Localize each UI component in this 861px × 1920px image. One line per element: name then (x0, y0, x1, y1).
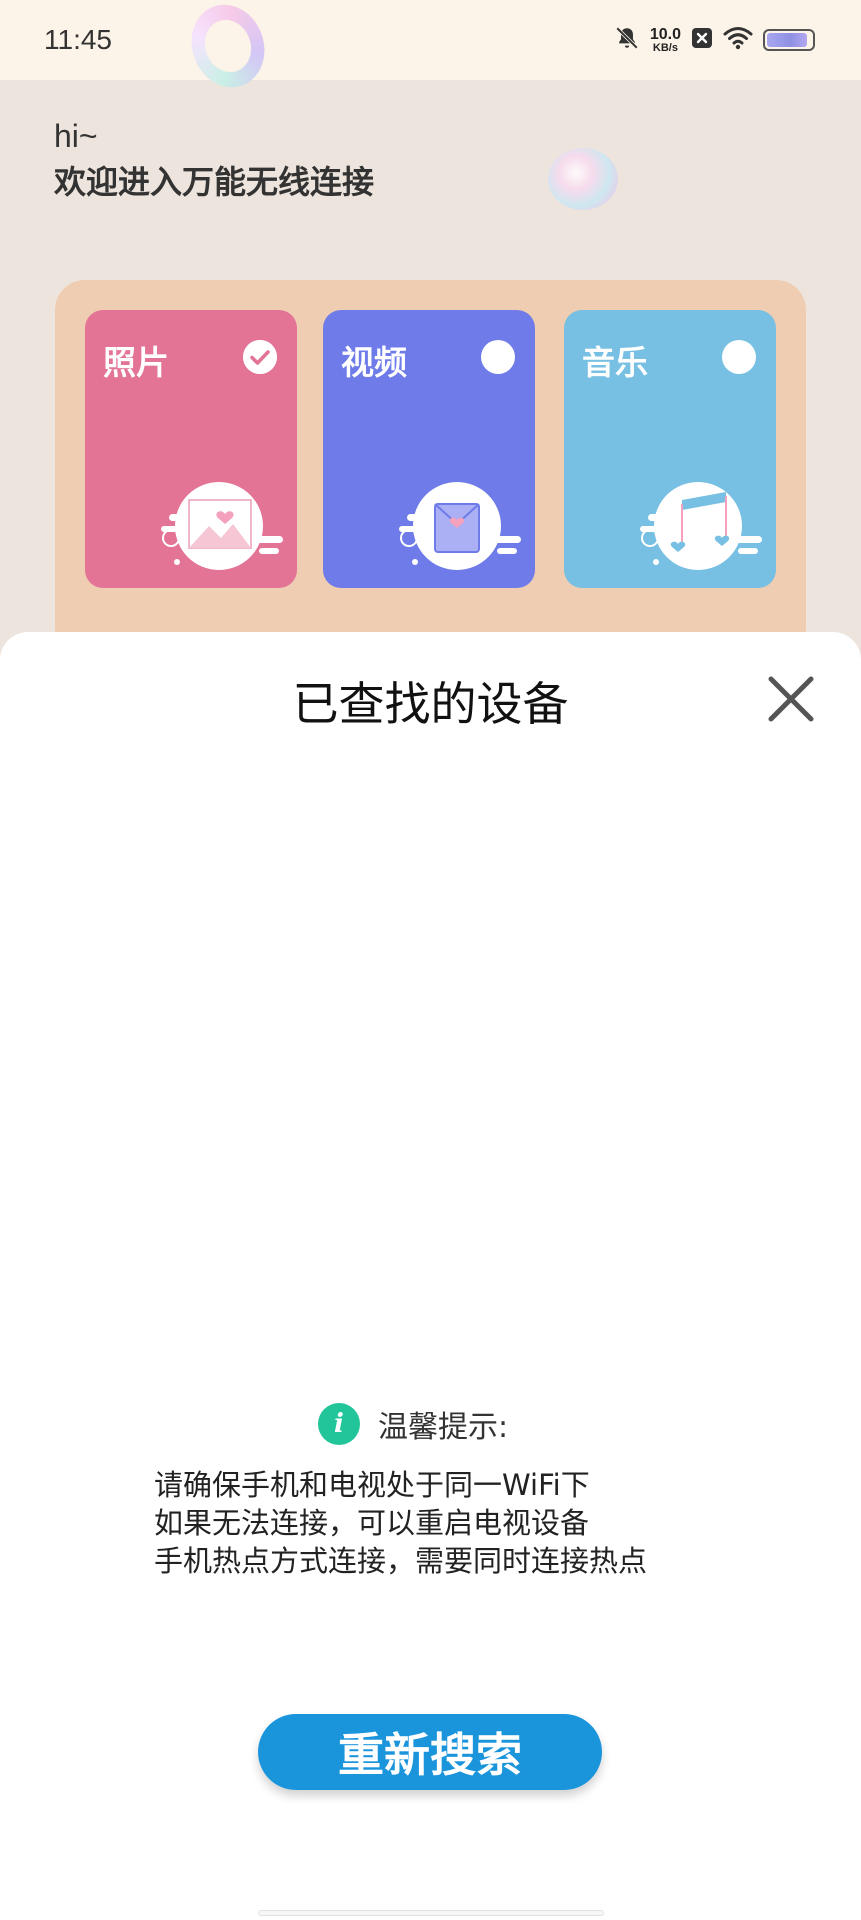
unselected-circle-icon[interactable] (722, 340, 756, 374)
selected-check-icon[interactable] (243, 340, 277, 374)
tip-line: 如果无法连接，可以重启电视设备 (154, 1506, 590, 1540)
tip-list: 请确保手机和电视处于同一WiFi下 如果无法连接，可以重启电视设备 手机热点方式… (154, 1466, 647, 1580)
status-bar: 11:45 10.0 KB/s (0, 0, 861, 80)
battery-icon (763, 29, 815, 51)
media-card-video[interactable]: 视频 (323, 310, 535, 588)
media-card-label: 音乐 (582, 343, 648, 382)
unselected-circle-icon[interactable] (481, 340, 515, 374)
tip-line: 请确保手机和电视处于同一WiFi下 (154, 1468, 590, 1502)
battery-level (767, 33, 807, 47)
net-speed-indicator: 10.0 KB/s (649, 25, 681, 54)
home-indicator[interactable] (258, 1910, 604, 1916)
photo-icon (161, 482, 283, 570)
notification-x-icon (691, 27, 713, 53)
status-time: 11:45 (44, 24, 112, 55)
close-button[interactable] (762, 670, 820, 728)
close-icon (768, 676, 814, 722)
info-icon: i (318, 1403, 360, 1445)
tip-header: i 温馨提示: (318, 1402, 508, 1446)
wifi-icon (723, 26, 753, 54)
bell-off-icon (614, 25, 640, 55)
music-icon (640, 482, 762, 570)
sheet-title: 已查找的设备 (292, 677, 569, 731)
media-type-panel: 照片 视频 音乐 (55, 280, 806, 660)
tip-line: 手机热点方式连接，需要同时连接热点 (154, 1544, 648, 1578)
greeting: hi~ 欢迎进入万能无线连接 (54, 118, 374, 203)
greeting-hi: hi~ (54, 118, 98, 154)
net-speed-unit: KB/s (652, 41, 678, 54)
net-speed-value: 10.0 (649, 25, 681, 43)
welcome-title: 欢迎进入万能无线连接 (54, 164, 375, 200)
tip-title: 温馨提示: (378, 1410, 509, 1445)
found-devices-sheet: 已查找的设备 i 温馨提示: 请确保手机和电视处于同一WiFi下 如果无法连接，… (0, 632, 861, 1920)
media-card-label: 视频 (341, 343, 407, 382)
media-card-label: 照片 (103, 343, 169, 382)
video-icon (399, 482, 521, 570)
orb-decoration (548, 148, 618, 210)
media-card-music[interactable]: 音乐 (564, 310, 776, 588)
media-card-photo[interactable]: 照片 (85, 310, 297, 588)
status-icons: 10.0 KB/s (614, 25, 815, 55)
research-button[interactable]: 重新搜索 (258, 1714, 602, 1790)
